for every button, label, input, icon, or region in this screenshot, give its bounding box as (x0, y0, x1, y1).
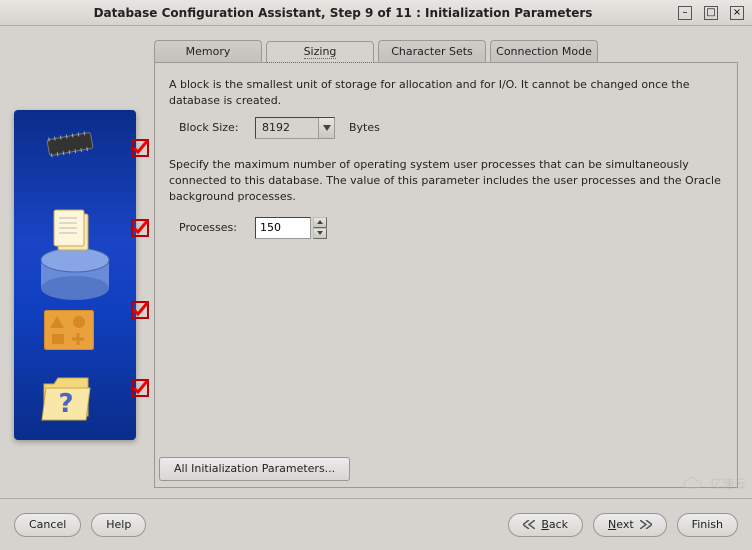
folder-question-icon: ? (40, 368, 102, 428)
processes-label: Processes: (179, 220, 247, 236)
back-label: B (541, 518, 549, 531)
step-check-2 (130, 218, 150, 238)
shapes-icon (44, 310, 94, 350)
processes-spin-down[interactable] (313, 228, 327, 239)
watermark: 亿速云 (682, 475, 746, 492)
svg-text:?: ? (58, 389, 73, 419)
minimize-button[interactable]: – (678, 6, 692, 20)
tab-connection-mode[interactable]: Connection Mode (490, 40, 598, 62)
processes-input[interactable] (255, 217, 311, 239)
tab-character-sets[interactable]: Character Sets (378, 40, 486, 62)
maximize-button[interactable]: □ (704, 6, 718, 20)
finish-button[interactable]: Finish (677, 513, 738, 537)
step-check-1 (130, 138, 150, 158)
window-controls: – □ × (678, 6, 744, 20)
next-button[interactable]: Next (593, 513, 667, 537)
block-size-combo[interactable]: 8192 (255, 117, 335, 139)
sizing-panel: A block is the smallest unit of storage … (154, 62, 738, 488)
workarea: ? Memory Sizing Character Sets Connectio… (0, 26, 752, 498)
window-title: Database Configuration Assistant, Step 9… (8, 6, 678, 20)
all-initialization-parameters-button[interactable]: All Initialization Parameters... (159, 457, 350, 481)
block-size-value: 8192 (256, 120, 318, 136)
processes-description: Specify the maximum number of operating … (169, 157, 723, 205)
chip-icon (42, 126, 98, 163)
cancel-button[interactable]: Cancel (14, 513, 81, 537)
block-size-unit: Bytes (349, 120, 380, 136)
processes-spin-up[interactable] (313, 217, 327, 228)
block-size-description: A block is the smallest unit of storage … (169, 77, 723, 109)
close-button[interactable]: × (730, 6, 744, 20)
wizard-graphic: ? (14, 110, 136, 440)
cloud-icon (682, 476, 706, 492)
tab-bar: Memory Sizing Character Sets Connection … (154, 40, 738, 62)
tab-memory[interactable]: Memory (154, 40, 262, 62)
next-label: N (608, 518, 616, 531)
help-button[interactable]: Help (91, 513, 146, 537)
chevron-left-icon (523, 520, 535, 529)
tab-sizing[interactable]: Sizing (266, 41, 374, 63)
chevron-right-icon (640, 520, 652, 529)
block-size-label: Block Size: (179, 120, 247, 136)
database-icon (38, 200, 112, 300)
back-button[interactable]: Back (508, 513, 583, 537)
step-check-4 (130, 378, 150, 398)
step-check-3 (130, 300, 150, 320)
dropdown-arrow-icon[interactable] (318, 118, 334, 138)
title-bar: Database Configuration Assistant, Step 9… (0, 0, 752, 26)
wizard-footer: Cancel Help Back Next Finish (0, 498, 752, 550)
